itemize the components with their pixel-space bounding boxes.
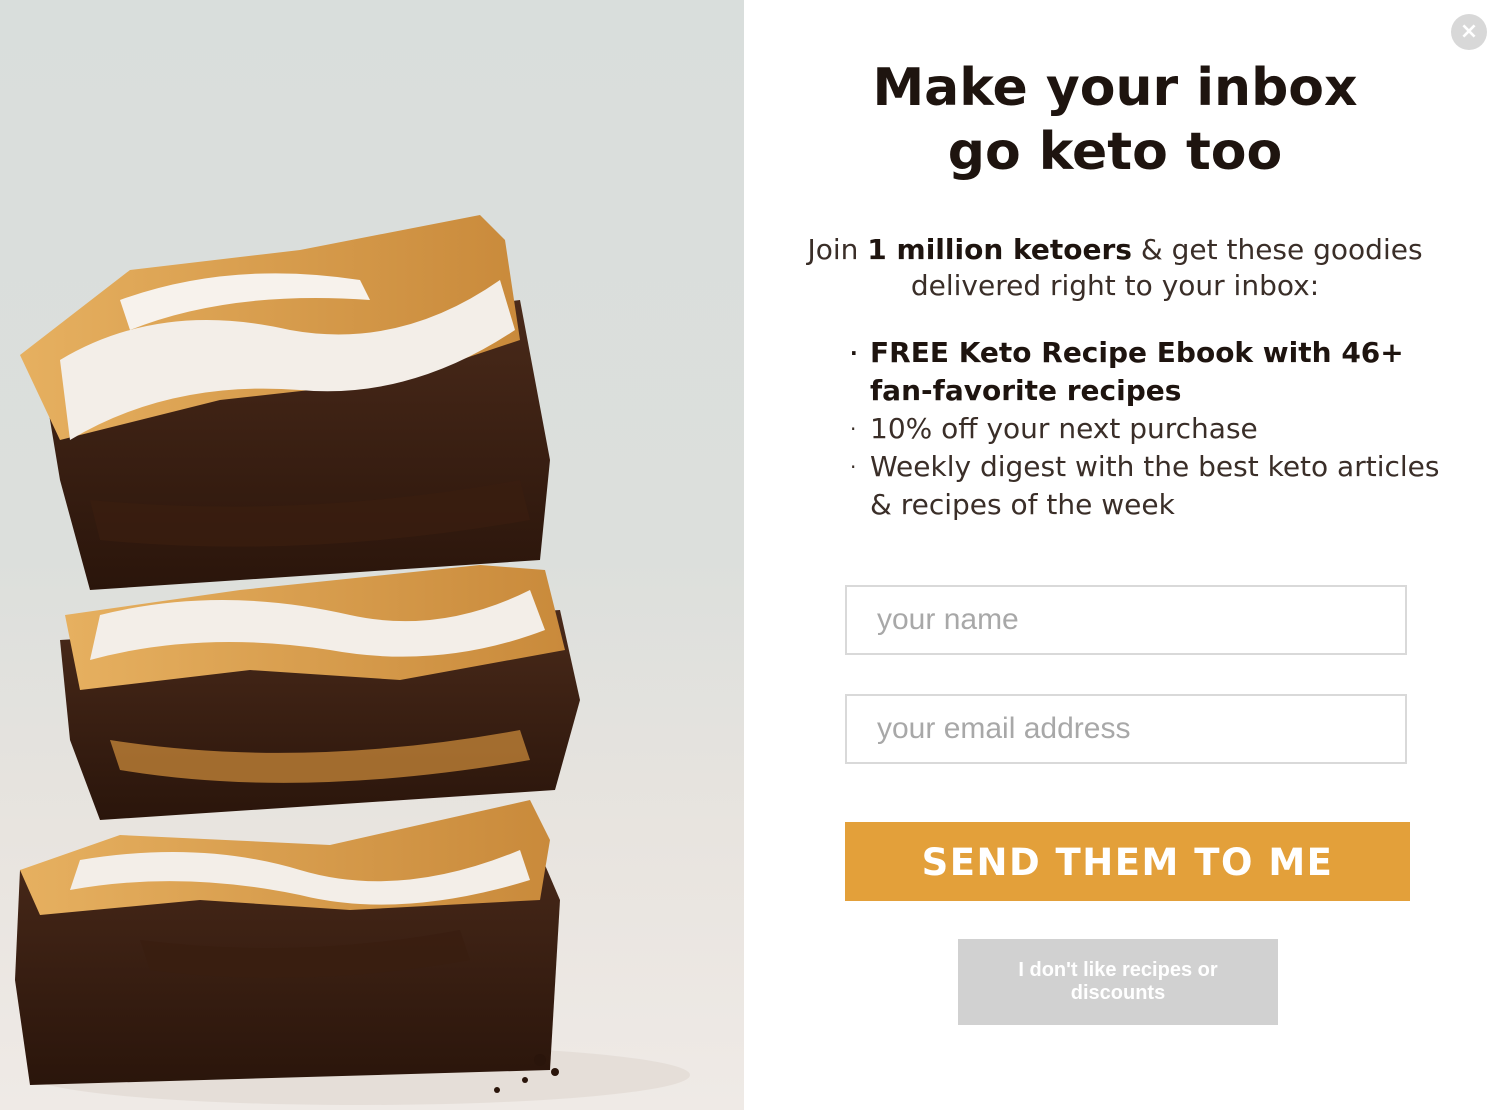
- benefit-text: 10% off your next purchase: [870, 412, 1258, 445]
- headline-line-1: Make your inbox: [872, 58, 1358, 118]
- intro-text: Join 1 million ketoers & get these goodi…: [760, 232, 1470, 304]
- bullet-icon: ·: [850, 417, 857, 441]
- bullet-icon: ·: [850, 455, 857, 479]
- brownie-stack-photo: [0, 0, 744, 1110]
- benefits-list: · FREE Keto Recipe Ebook with 46+ fan-fav…: [848, 334, 1468, 524]
- benefit-item-ebook: · FREE Keto Recipe Ebook with 46+ fan-fav…: [848, 334, 1468, 410]
- benefit-item-discount: · 10% off your next purchase: [848, 410, 1468, 448]
- benefit-text: FREE Keto Recipe Ebook with 46+ fan-favo…: [870, 336, 1404, 407]
- email-input[interactable]: [845, 694, 1407, 764]
- decline-button[interactable]: I don't like recipes or discounts: [958, 939, 1278, 1025]
- headline-line-2: go keto too: [947, 122, 1283, 182]
- intro-highlight: 1 million ketoers: [867, 233, 1132, 266]
- signup-popup: × Make your inbox go keto too Join 1 mil…: [0, 0, 1500, 1110]
- benefit-text: Weekly digest with the best keto article…: [870, 450, 1440, 521]
- close-icon[interactable]: ×: [1451, 14, 1487, 50]
- bullet-icon: ·: [850, 341, 858, 365]
- benefit-item-digest: · Weekly digest with the best keto articl…: [848, 448, 1468, 524]
- popup-headline: Make your inbox go keto too: [760, 56, 1470, 184]
- intro-prefix: Join: [807, 233, 868, 266]
- name-input[interactable]: [845, 585, 1407, 655]
- send-them-to-me-button[interactable]: SEND THEM TO ME: [845, 822, 1410, 901]
